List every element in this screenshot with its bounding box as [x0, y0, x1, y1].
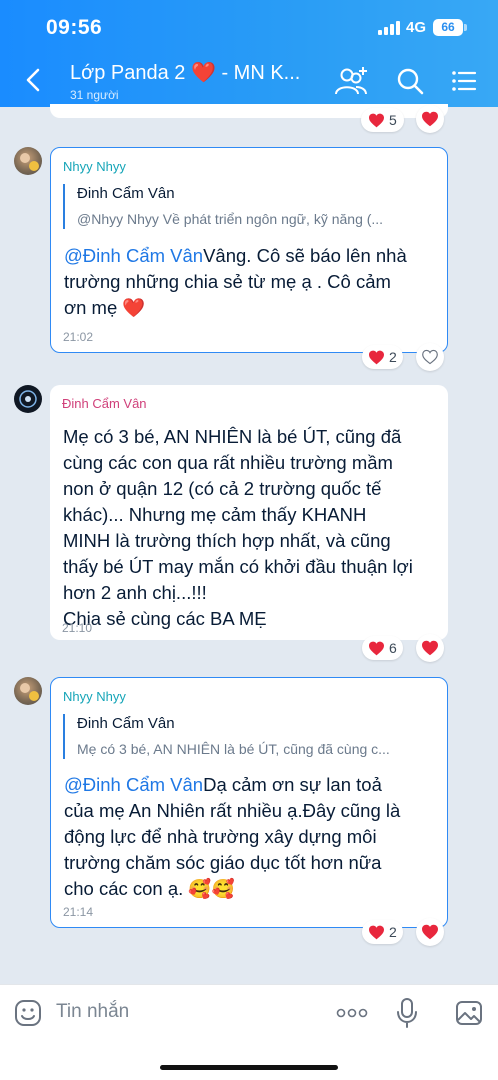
reaction-count: 2 — [389, 924, 397, 940]
message-text: Mẹ có 3 bé, AN NHIÊN là bé ÚT, cũng đã c… — [63, 426, 413, 629]
react-button[interactable] — [416, 343, 444, 371]
reaction-summary[interactable]: 6 — [362, 636, 403, 660]
mention[interactable]: @Đinh Cẩm Vân — [64, 774, 203, 795]
add-member-icon[interactable] — [334, 64, 370, 98]
microphone-icon[interactable] — [396, 997, 418, 1029]
reaction-summary[interactable]: 5 — [361, 108, 404, 132]
avatar-image — [20, 153, 39, 171]
sender-name: Nhyy Nhyy — [63, 689, 126, 704]
reaction-count: 5 — [389, 112, 397, 128]
message-bubble[interactable]: Nhyy Nhyy Đinh Cẩm Vân @Nhyy Nhyy Về phá… — [50, 147, 448, 353]
react-button[interactable] — [416, 105, 444, 133]
quote-text: @Nhyy Nhyy Về phát triển ngôn ngữ, kỹ nă… — [77, 211, 384, 227]
avatar-image — [19, 390, 37, 408]
network-label: 4G — [406, 19, 427, 36]
more-icon[interactable] — [336, 1007, 368, 1019]
battery-tip — [464, 24, 467, 31]
home-indicator — [160, 1065, 338, 1070]
avatar[interactable] — [14, 385, 42, 413]
menu-list-icon[interactable] — [446, 64, 482, 98]
battery-icon: 66 — [433, 19, 463, 36]
reply-quote[interactable]: Đinh Cẩm Vân Mẹ có 3 bé, AN NHIÊN là bé … — [63, 714, 423, 759]
image-icon[interactable] — [455, 999, 483, 1027]
message-input[interactable]: Tin nhắn — [56, 1001, 129, 1023]
message-time: 21:14 — [63, 905, 94, 919]
heart-icon — [422, 640, 438, 656]
sender-name: Nhyy Nhyy — [63, 159, 126, 174]
quote-author: Đinh Cẩm Vân — [77, 715, 175, 732]
status-time: 09:56 — [46, 16, 103, 39]
message-time: 21:02 — [63, 330, 94, 344]
react-button[interactable] — [416, 634, 444, 662]
message-bubble[interactable]: Nhyy Nhyy Đinh Cẩm Vân Mẹ có 3 bé, AN NH… — [50, 677, 448, 928]
reaction-count: 6 — [389, 640, 397, 656]
message-text: @Đinh Cẩm VânVâng. Cô sẽ báo lên nhà trư… — [64, 245, 407, 318]
avatar-image — [20, 683, 39, 701]
heart-icon — [369, 925, 384, 939]
quote-text: Mẹ có 3 bé, AN NHIÊN là bé ÚT, cũng đã c… — [77, 741, 390, 757]
reaction-summary[interactable]: 2 — [362, 920, 403, 944]
message-time: 21:10 — [62, 621, 93, 635]
sticker-icon[interactable] — [14, 999, 42, 1027]
reaction-count: 2 — [389, 349, 397, 365]
message-text: @Đinh Cẩm VânDạ cảm ơn sự lan toả của mẹ… — [64, 774, 401, 899]
back-arrow-icon[interactable] — [20, 66, 48, 94]
avatar[interactable] — [14, 677, 42, 705]
heart-icon — [369, 113, 384, 127]
reply-quote[interactable]: Đinh Cẩm Vân @Nhyy Nhyy Về phát triển ng… — [63, 184, 423, 229]
search-icon[interactable] — [392, 64, 428, 98]
avatar[interactable] — [14, 147, 42, 175]
mention[interactable]: @Đinh Cẩm Vân — [64, 245, 203, 266]
heart-icon — [369, 350, 384, 364]
signal-icon — [378, 21, 400, 35]
sender-name: Đinh Cẩm Vân — [62, 396, 147, 411]
heart-icon — [422, 111, 438, 127]
heart-icon — [369, 641, 384, 655]
heart-outline-icon — [422, 349, 438, 365]
react-button[interactable] — [416, 918, 444, 946]
member-count: 31 người — [70, 88, 119, 102]
chat-header: 09:56 4G 66 Lớp Panda 2 ❤️ - MN K... 31 … — [0, 0, 498, 107]
message-bubble[interactable]: Đinh Cẩm Vân Mẹ có 3 bé, AN NHIÊN là bé … — [50, 385, 448, 640]
heart-icon — [422, 924, 438, 940]
quote-author: Đinh Cẩm Vân — [77, 185, 175, 202]
reaction-summary[interactable]: 2 — [362, 345, 403, 369]
chat-title[interactable]: Lớp Panda 2 ❤️ - MN K... — [70, 60, 300, 85]
